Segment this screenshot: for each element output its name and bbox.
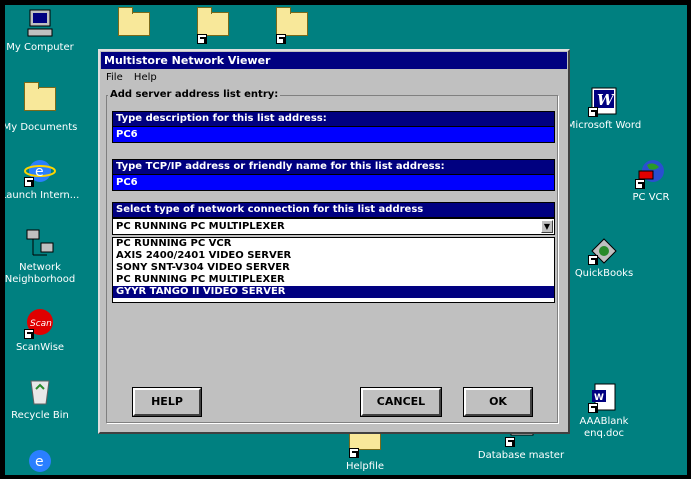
shortcut-arrow-icon: [276, 34, 286, 44]
svg-text:e: e: [35, 164, 44, 180]
shortcut-arrow-icon: [349, 448, 359, 458]
desktop-icon-label: PC VCR: [632, 192, 670, 203]
recycle-bin-icon: [24, 375, 56, 407]
network-viewer-window: Multistore Network Viewer File Help Add …: [98, 49, 570, 434]
desktop-icon-recycle-bin[interactable]: Recycle Bin: [5, 375, 85, 422]
desktop-icon-aaablank[interactable]: W AAABlank enq.doc: [559, 381, 649, 440]
scan-icon: Scan: [24, 307, 56, 339]
svg-text:W: W: [594, 393, 604, 403]
desktop-icon-quickbooks[interactable]: QuickBooks: [559, 233, 649, 280]
ok-button[interactable]: OK: [463, 387, 533, 417]
desktop-icon-scanwise[interactable]: Scan ScanWise: [5, 307, 85, 354]
desktop-icon-my-computer[interactable]: My Computer: [5, 7, 85, 54]
computer-icon: [24, 7, 56, 39]
address-input[interactable]: PC6: [112, 175, 555, 191]
list-item[interactable]: SONY SNT-V304 VIDEO SERVER: [113, 262, 554, 274]
quickbooks-icon: [588, 233, 620, 265]
internet-explorer-icon: e: [24, 155, 56, 187]
desktop-icon-folder-3[interactable]: [247, 7, 337, 47]
menu-help[interactable]: Help: [134, 72, 157, 83]
desktop-icon-label: Microsoft Word: [566, 120, 642, 131]
network-icon: [24, 227, 56, 259]
address-label: Type TCP/IP address or friendly name for…: [112, 159, 555, 175]
desktop-icon-network-neighborhood[interactable]: Network Neighborhood: [5, 227, 85, 286]
connection-type-list[interactable]: PC RUNNING PC VCR AXIS 2400/2401 VIDEO S…: [112, 237, 555, 303]
shortcut-arrow-icon: [588, 403, 598, 413]
connection-type-label: Select type of network connection for th…: [112, 202, 555, 218]
desktop-icon-label: QuickBooks: [574, 268, 634, 279]
desktop-icon-label: Recycle Bin: [11, 410, 69, 421]
internet-explorer-icon: e: [24, 445, 56, 475]
desktop: My Computer My Documents e Launch Intern…: [5, 5, 687, 475]
description-label: Type description for this list address:: [112, 111, 555, 127]
menu-bar: File Help: [106, 72, 165, 86]
shortcut-arrow-icon: [24, 177, 34, 187]
address-field-group: Type TCP/IP address or friendly name for…: [112, 159, 555, 191]
word-icon: W: [588, 85, 620, 117]
svg-text:Scan: Scan: [30, 319, 52, 329]
chevron-down-icon[interactable]: ▼: [541, 220, 553, 233]
desktop-icon-label: Database master: [477, 450, 565, 461]
list-item[interactable]: PC RUNNING PC MULTIPLEXER: [113, 274, 554, 286]
desktop-icon-pc-vcr[interactable]: PC VCR: [606, 157, 687, 204]
desktop-icon-label: Helpfile: [345, 461, 385, 472]
desktop-icon-folder-1[interactable]: [89, 7, 179, 47]
menu-file[interactable]: File: [106, 72, 123, 83]
description-field-group: Type description for this list address: …: [112, 111, 555, 143]
desktop-icon-label: My Computer: [6, 42, 74, 53]
svg-text:W: W: [597, 91, 616, 109]
list-item[interactable]: PC RUNNING PC VCR: [113, 238, 554, 250]
desktop-icon-label: Launch Intern...: [5, 190, 80, 201]
description-input[interactable]: PC6: [112, 127, 555, 143]
desktop-icon-label: AAABlank enq.doc: [579, 416, 629, 439]
shortcut-arrow-icon: [24, 329, 34, 339]
desktop-icon-internet-bottom[interactable]: e: [5, 445, 85, 475]
help-button[interactable]: HELP: [132, 387, 202, 417]
desktop-icon-my-documents[interactable]: My Documents: [5, 82, 85, 134]
word-document-icon: W: [588, 381, 620, 413]
desktop-icon-label: My Documents: [5, 122, 78, 133]
shortcut-arrow-icon: [197, 34, 207, 44]
folder-icon: [276, 7, 308, 44]
desktop-icon-folder-2[interactable]: [168, 7, 258, 47]
connection-field-group: Select type of network connection for th…: [112, 202, 555, 218]
shortcut-arrow-icon: [588, 107, 598, 117]
shortcut-arrow-icon: [635, 179, 645, 189]
svg-text:e: e: [35, 454, 44, 470]
list-item[interactable]: AXIS 2400/2401 VIDEO SERVER: [113, 250, 554, 262]
desktop-icon-microsoft-word[interactable]: W Microsoft Word: [559, 85, 649, 132]
shortcut-arrow-icon: [588, 255, 598, 265]
cancel-button[interactable]: CANCEL: [360, 387, 442, 417]
folder-icon: [24, 82, 56, 119]
desktop-icon-label: Network Neighborhood: [5, 262, 76, 285]
shortcut-arrow-icon: [505, 437, 515, 447]
desktop-icon-launch-internet[interactable]: e Launch Intern...: [5, 155, 85, 202]
window-title: Multistore Network Viewer: [101, 52, 567, 69]
group-label: Add server address list entry:: [108, 89, 281, 100]
desktop-icon-label: ScanWise: [15, 342, 65, 353]
globe-icon: [635, 157, 667, 189]
folder-icon: [118, 7, 150, 44]
list-item-selected[interactable]: GYYR TANGO II VIDEO SERVER: [113, 286, 554, 298]
folder-icon: [197, 7, 229, 44]
connection-type-selected: PC RUNNING PC MULTIPLEXER: [116, 221, 285, 232]
connection-type-select[interactable]: PC RUNNING PC MULTIPLEXER ▼: [112, 218, 555, 235]
